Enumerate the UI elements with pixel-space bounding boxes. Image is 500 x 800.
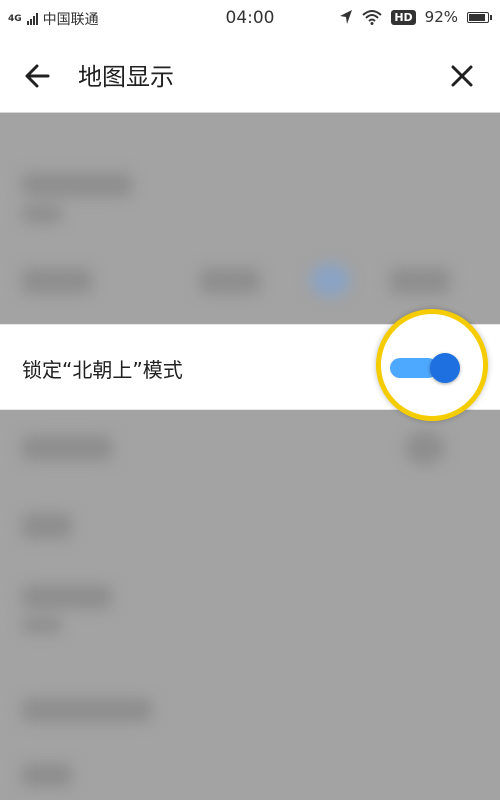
hd-badge: HD	[391, 9, 416, 25]
wifi-icon	[362, 10, 382, 25]
battery-percent: 92%	[424, 8, 458, 26]
close-icon	[451, 65, 473, 87]
battery-icon	[467, 11, 492, 23]
status-right: HD 92%	[339, 8, 492, 26]
toggle-thumb[interactable]	[430, 353, 460, 383]
back-button[interactable]	[20, 58, 56, 94]
page-title: 地图显示	[78, 63, 174, 91]
north-up-lock-label: 锁定“北朝上”模式	[22, 358, 183, 382]
location-icon	[340, 10, 353, 24]
close-button[interactable]	[444, 58, 480, 94]
dimmed-overlay	[0, 113, 500, 800]
north-up-lock-row[interactable]: 锁定“北朝上”模式	[0, 309, 500, 421]
blurred-content	[0, 113, 500, 800]
status-bar: 4G 中国联通 04:00 HD 92%	[0, 0, 500, 36]
app-bar: 地图显示	[0, 36, 500, 113]
arrow-left-icon	[25, 64, 50, 88]
